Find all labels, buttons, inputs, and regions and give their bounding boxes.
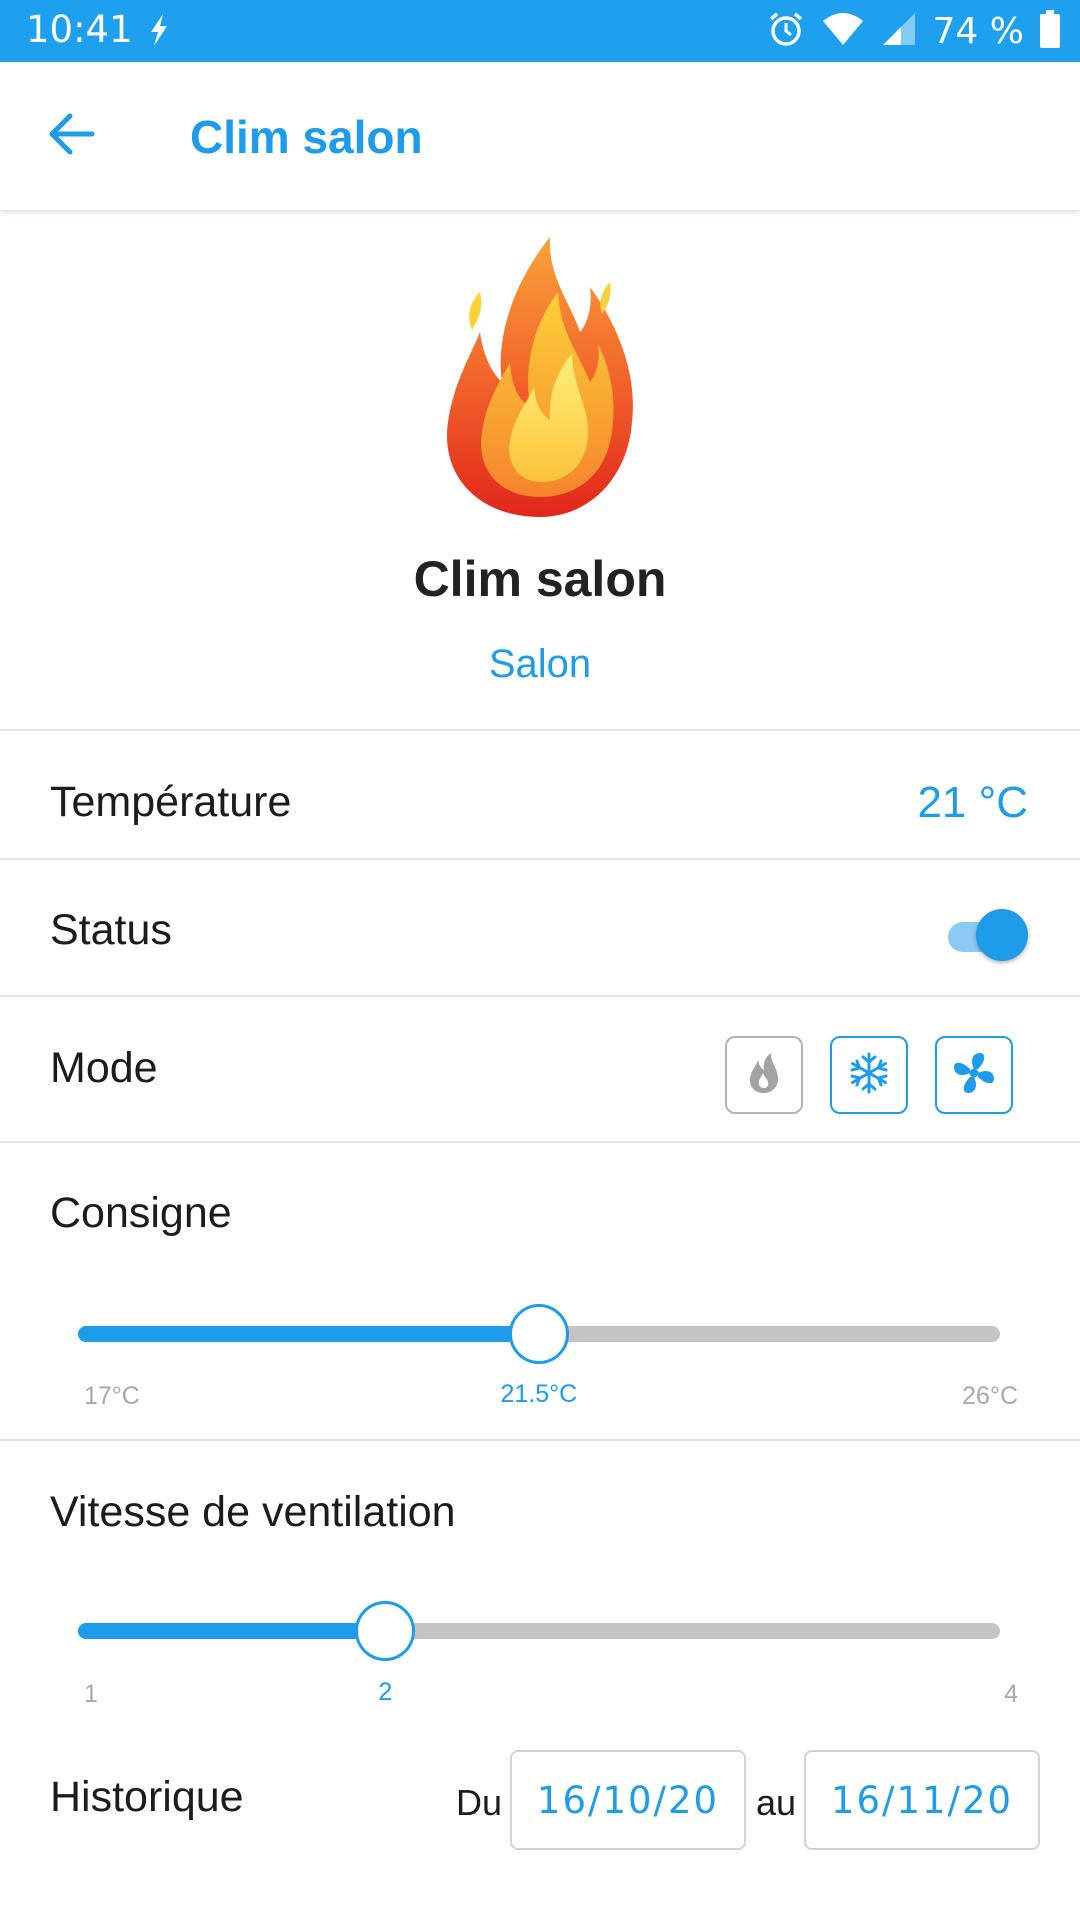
divider	[0, 995, 1080, 997]
divider	[0, 858, 1080, 860]
setpoint-min-label: 17°C	[84, 1382, 140, 1410]
flame-mode-icon	[747, 1052, 781, 1099]
toggle-knob	[976, 909, 1028, 961]
device-header: Clim salon Salon	[0, 210, 1080, 730]
fan-speed-slider[interactable]	[78, 1623, 1000, 1639]
cool-mode-button[interactable]	[830, 1036, 908, 1114]
history-to-date[interactable]: 16/11/20	[804, 1750, 1040, 1850]
charging-bolt-icon	[145, 12, 173, 53]
device-room[interactable]: Salon	[0, 642, 1080, 687]
cell-signal-icon	[881, 11, 917, 52]
temperature-value: 21 °C	[917, 778, 1028, 827]
setpoint-max-label: 26°C	[962, 1382, 1018, 1410]
setpoint-value-label: 21.5°C	[500, 1380, 578, 1408]
page-title: Clim salon	[190, 111, 423, 163]
mode-label: Mode	[50, 1044, 158, 1092]
status-bar: 10:41 74 %	[0, 0, 1080, 62]
battery-percent: 74 %	[932, 11, 1024, 52]
fan-speed-label: Vitesse de ventilation	[50, 1488, 456, 1536]
status-toggle[interactable]	[946, 907, 1030, 961]
divider	[0, 1141, 1080, 1143]
fan-speed-slider-thumb[interactable]	[355, 1601, 416, 1661]
snowflake-icon	[847, 1051, 891, 1100]
fan-icon	[950, 1049, 998, 1102]
setpoint-label: Consigne	[50, 1189, 232, 1237]
device-name: Clim salon	[413, 551, 667, 607]
fan-speed-slider-fill	[78, 1623, 386, 1639]
status-time: 10:41	[26, 8, 133, 51]
history-from-label: Du	[456, 1782, 503, 1823]
divider	[0, 729, 1080, 731]
fan-speed-min-label: 1	[84, 1680, 98, 1708]
back-arrow-icon[interactable]	[46, 112, 96, 161]
flame-icon	[440, 232, 640, 527]
history-label: Historique	[50, 1773, 244, 1821]
heat-mode-button[interactable]	[725, 1036, 803, 1114]
history-from-date[interactable]: 16/10/20	[510, 1750, 746, 1850]
status-label: Status	[50, 906, 172, 954]
fan-speed-max-label: 4	[1004, 1680, 1018, 1708]
history-to-label: au	[756, 1782, 797, 1823]
setpoint-slider-thumb[interactable]	[509, 1304, 569, 1364]
battery-icon	[1040, 10, 1060, 53]
divider	[0, 1439, 1080, 1441]
temperature-label: Température	[50, 778, 292, 826]
setpoint-slider-fill	[78, 1326, 539, 1342]
fan-mode-button[interactable]	[935, 1036, 1013, 1114]
app-bar: Clim salon	[0, 62, 1080, 210]
status-icons: 74 %	[767, 10, 1060, 53]
fan-speed-value-label: 2	[378, 1678, 393, 1706]
wifi-icon	[821, 11, 865, 52]
alarm-icon	[767, 10, 805, 53]
